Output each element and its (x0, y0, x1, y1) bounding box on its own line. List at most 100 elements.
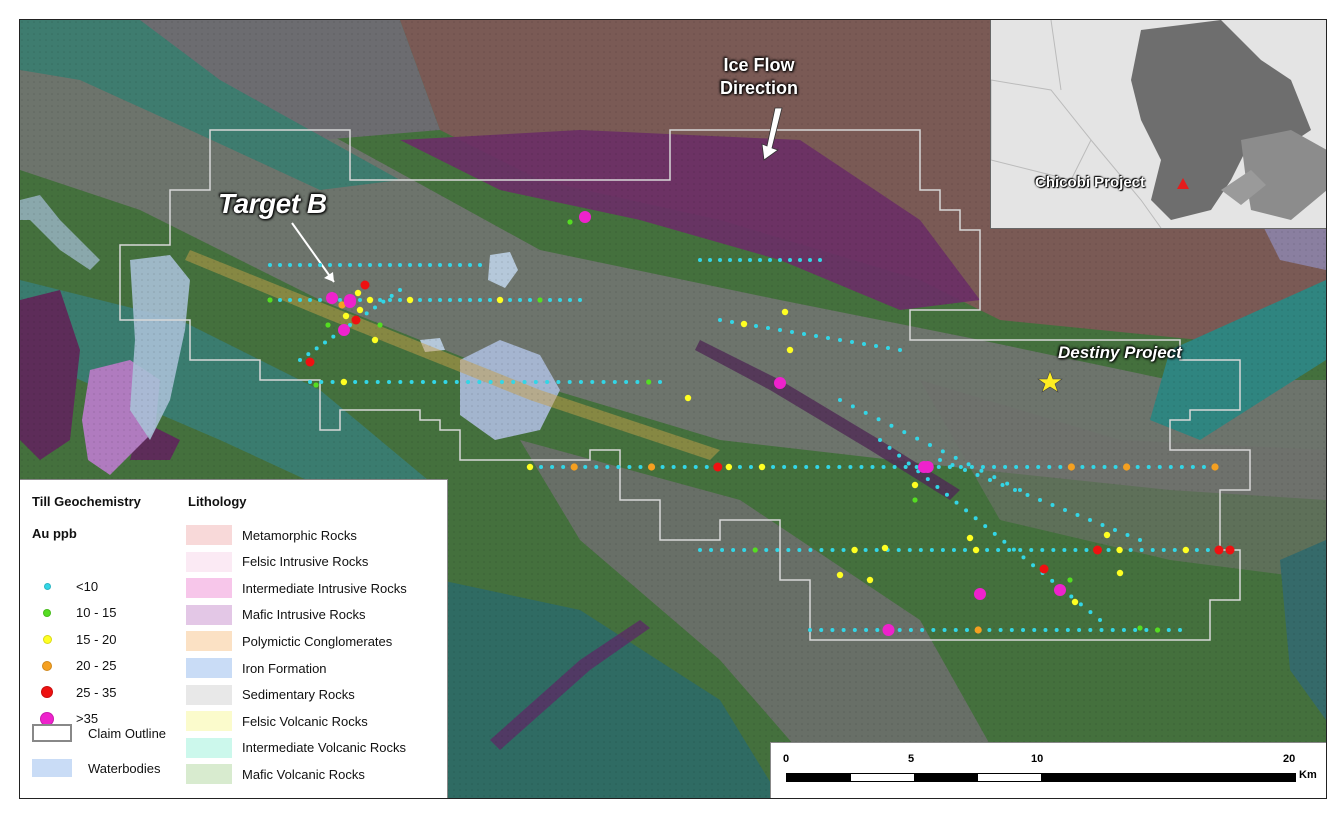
au-class-item: 15 - 20 (32, 629, 116, 649)
till-sample-point (1121, 628, 1126, 632)
au-class-dot (43, 582, 51, 590)
till-sample-point (878, 438, 882, 442)
till-sample-point (1123, 463, 1131, 471)
waterbodies-legend-item: Waterbodies (32, 758, 161, 778)
till-sample-point (748, 258, 752, 262)
geology-map[interactable]: Target B Ice Flow Direction Destiny Proj… (19, 19, 1327, 799)
au-class-item: 20 - 25 (32, 656, 116, 676)
till-sample-point (963, 468, 967, 472)
till-sample-point (929, 548, 934, 552)
till-sample-point (1157, 465, 1162, 469)
till-sample-point (389, 293, 394, 298)
destiny-project-label: Destiny Project (1058, 343, 1182, 362)
till-sample-point (974, 626, 982, 634)
till-sample-point (318, 298, 322, 302)
till-sample-point (870, 465, 875, 469)
till-sample-point (360, 280, 370, 290)
till-sample-point (1062, 548, 1067, 552)
till-sample-point (348, 263, 352, 267)
till-sample-point (398, 380, 403, 384)
till-sample-point (326, 292, 338, 304)
till-sample-point (958, 465, 963, 469)
till-sample-point (754, 324, 758, 328)
till-sample-point (931, 628, 936, 632)
till-sample-point (1182, 546, 1190, 554)
inset-map-graphic (991, 20, 1326, 228)
till-sample-point (815, 465, 820, 469)
till-sample-point (808, 548, 813, 552)
till-sample-point (1166, 628, 1171, 632)
au-class-label: 10 - 15 (76, 605, 117, 620)
till-sample-point (838, 338, 842, 342)
lithology-label: Mafic Volcanic Rocks (242, 766, 365, 782)
till-sample-point (1088, 610, 1093, 615)
till-sample-point (1067, 577, 1073, 583)
till-sample-point (830, 548, 835, 552)
till-sample-point (601, 380, 606, 384)
till-sample-point (478, 263, 482, 267)
till-sample-point (443, 380, 448, 384)
till-sample-point (408, 263, 412, 267)
lithology-item: Polymictic Conglomerates (186, 630, 392, 652)
till-sample-point (1014, 465, 1019, 469)
till-sample-point (1100, 523, 1105, 527)
till-sample-point (354, 289, 362, 297)
till-sample-point (826, 465, 831, 469)
till-sample-point (1194, 548, 1199, 552)
till-sample-point (1073, 548, 1078, 552)
till-sample-point (528, 298, 532, 302)
till-sample-point (550, 465, 555, 469)
till-sample-point (889, 423, 894, 428)
till-sample-point (992, 475, 997, 480)
till-sample-point (942, 628, 947, 632)
claim-outline-swatch (32, 724, 72, 742)
till-sample-point (790, 330, 794, 334)
till-sample-point (1067, 463, 1075, 471)
till-sample-point (458, 263, 462, 267)
scale-unit: Km (1299, 769, 1317, 781)
till-sample-point (1154, 627, 1161, 633)
till-sample-point (938, 458, 942, 462)
till-sample-point (936, 465, 941, 469)
till-sample-point (903, 465, 908, 469)
till-sample-point (737, 465, 742, 469)
waterbodies-swatch (32, 759, 72, 777)
till-sample-point (1125, 533, 1130, 537)
till-sample-point (627, 465, 632, 469)
till-sample-point (1098, 618, 1102, 622)
till-sample-point (319, 380, 324, 384)
till-sample-point (353, 380, 358, 384)
till-sample-point (1063, 508, 1067, 512)
till-sample-point (1043, 628, 1048, 632)
till-sample-point (920, 628, 925, 632)
waterbodies-label: Waterbodies (88, 760, 161, 776)
till-sample-point (561, 465, 566, 469)
till-sample-point (338, 263, 342, 267)
till-sample-point (940, 548, 945, 552)
till-sample-point (980, 465, 985, 469)
till-sample-point (742, 548, 747, 552)
au-class-dot (42, 660, 52, 671)
till-sample-point (328, 263, 332, 267)
till-sample-point (578, 380, 583, 384)
till-sample-point (804, 465, 809, 469)
lithology-heading: Lithology (188, 494, 247, 509)
lithology-label: Intermediate Intrusive Rocks (242, 580, 407, 596)
till-sample-point (308, 298, 312, 302)
till-sample-point (935, 484, 940, 489)
till-sample-point (1078, 602, 1083, 607)
till-sample-point (911, 481, 919, 489)
till-sample-point (953, 628, 958, 632)
till-sample-point (496, 296, 504, 304)
till-sample-point (1093, 545, 1102, 555)
till-sample-point (1201, 465, 1206, 469)
till-sample-point (406, 296, 414, 304)
till-geochemistry-heading: Till Geochemistry (32, 494, 141, 509)
till-sample-point (1018, 548, 1023, 552)
till-sample-point (740, 320, 748, 328)
till-sample-point (558, 298, 562, 302)
scale-tick-0: 0 (783, 753, 790, 765)
au-class-symbol (32, 634, 62, 644)
till-sample-point (918, 461, 930, 473)
lithology-label: Intermediate Volcanic Rocks (242, 740, 407, 756)
